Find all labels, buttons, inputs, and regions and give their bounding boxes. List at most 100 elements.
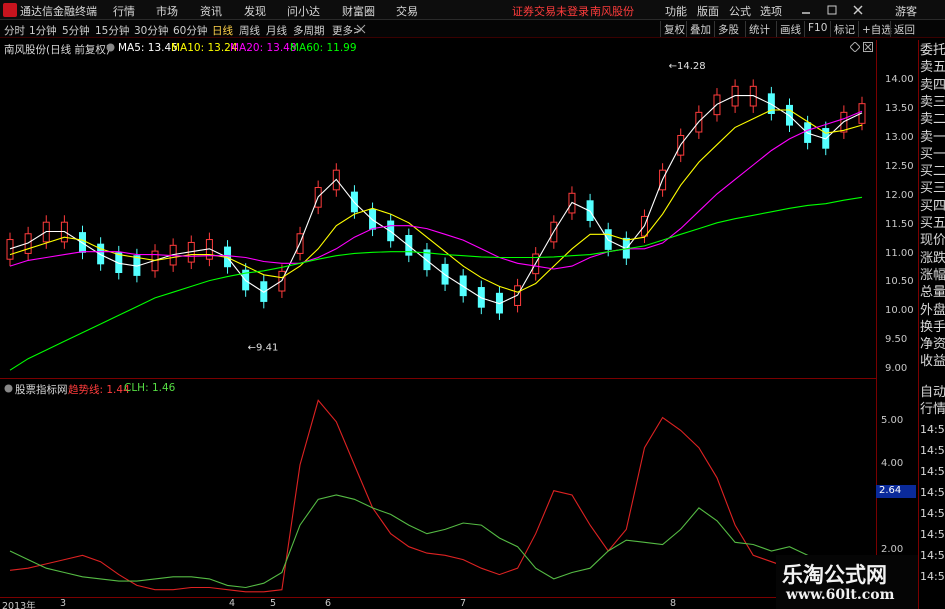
chart-close-icon[interactable] bbox=[863, 42, 873, 52]
side-panel-label[interactable]: 外盘 bbox=[920, 302, 945, 319]
period-toolbar: 分时 1分钟 5分钟 15分钟 30分钟 60分钟 日线 周线 月线 多周期 更… bbox=[0, 20, 945, 38]
candle bbox=[6, 232, 14, 267]
diamond-icon[interactable] bbox=[850, 42, 860, 52]
main-chart-header: 南风股份(日线 前复权) MA5: 13.45 MA10: 13.24 MA20… bbox=[0, 39, 876, 57]
side-panel-label[interactable]: 买四 bbox=[920, 198, 945, 215]
period-5min[interactable]: 5分钟 bbox=[62, 23, 90, 38]
login-notice[interactable]: 证券交易未登录 bbox=[512, 3, 589, 19]
restore-icon[interactable] bbox=[826, 4, 838, 16]
watermark-title: 乐淘公式网 bbox=[782, 562, 887, 587]
side-panel-label[interactable]: 净资 bbox=[920, 336, 945, 353]
tool-tongji[interactable]: 统计 bbox=[745, 21, 773, 37]
side-panel-label[interactable]: 总量 bbox=[920, 284, 945, 301]
side-panel-label[interactable]: 卖二 bbox=[920, 111, 945, 128]
main-chart-title: 南风股份(日线 前复权) bbox=[4, 44, 111, 56]
tool-diejia[interactable]: 叠加 bbox=[686, 21, 714, 37]
chart-corner-buttons bbox=[850, 41, 876, 53]
x-tick-label: 6 bbox=[325, 598, 332, 609]
close-icon[interactable] bbox=[852, 4, 864, 16]
indicator-chart[interactable] bbox=[0, 380, 876, 597]
tick-time: 14:50 bbox=[920, 549, 945, 562]
quote-side-panel: 委托 卖五 卖四 卖三 卖二 卖一 买一 买二 买三 买四 买五 现价 涨跌 涨幅 总量 外盘 换手 净资 收益自动… bbox=[918, 40, 945, 609]
period-month[interactable]: 月线 bbox=[266, 23, 287, 38]
side-panel-label[interactable]: 卖一 bbox=[920, 129, 945, 146]
y-tick-label: 11.50 bbox=[885, 218, 914, 230]
tool-fanhui[interactable]: 返回 bbox=[890, 21, 918, 37]
tool-huaxian[interactable]: 画线 bbox=[776, 21, 804, 37]
sub-y-tick-label: 5.00 bbox=[881, 414, 904, 426]
y-tick-label: 13.00 bbox=[885, 131, 914, 143]
tick-time: 14:50 bbox=[920, 465, 945, 478]
menu-caifuquan[interactable]: 财富圈 bbox=[342, 3, 375, 19]
x-axis: 2013年 3 4 5 6 7 8 bbox=[0, 597, 876, 609]
sub-y-tick-label: 2.00 bbox=[881, 543, 904, 555]
x-tick-label: 7 bbox=[460, 598, 467, 609]
ma60-line bbox=[9, 196, 863, 371]
clh-line bbox=[9, 494, 863, 589]
menu-gongshi[interactable]: 公式 bbox=[729, 3, 751, 19]
side-panel-mode[interactable]: 自动 bbox=[920, 385, 945, 400]
tick-time: 14:50 bbox=[920, 486, 945, 499]
ma5-value: MA5: 13.45 bbox=[118, 42, 178, 54]
side-panel-label[interactable]: 买二 bbox=[920, 163, 945, 180]
minimize-icon[interactable] bbox=[800, 5, 812, 15]
tool-fuquan[interactable]: 复权 bbox=[660, 21, 688, 37]
side-panel-label[interactable]: 卖三 bbox=[920, 94, 945, 111]
tool-biaoji[interactable]: 标记 bbox=[830, 21, 858, 37]
cursor-value-box: 2.64 bbox=[876, 485, 916, 498]
tool-duogu[interactable]: 多股 bbox=[714, 21, 742, 37]
indicator-settings-icon[interactable] bbox=[4, 384, 13, 393]
side-panel-label[interactable]: 买五 bbox=[920, 215, 945, 232]
tick-time: 14:50 bbox=[920, 570, 945, 583]
tool-f10[interactable]: F10 bbox=[804, 21, 830, 37]
menu-jiaoyi[interactable]: 交易 bbox=[396, 3, 418, 19]
menu-wenxiaoda[interactable]: 问小达 bbox=[287, 3, 320, 19]
side-panel-label[interactable]: 买一 bbox=[920, 146, 945, 163]
guest-label[interactable]: 游客 bbox=[895, 3, 917, 19]
side-panel-label[interactable]: 卖五 bbox=[920, 59, 945, 76]
y-tick-label: 10.00 bbox=[885, 305, 914, 317]
menu-xuanxiang[interactable]: 选项 bbox=[760, 3, 782, 19]
period-60min[interactable]: 60分钟 bbox=[173, 23, 207, 38]
menu-hangqing[interactable]: 行情 bbox=[113, 3, 135, 19]
period-15min[interactable]: 15分钟 bbox=[95, 23, 129, 38]
side-panel-label[interactable]: 涨跌 bbox=[920, 250, 945, 267]
y-tick-label: 12.50 bbox=[885, 160, 914, 172]
tick-time: 14:50 bbox=[920, 528, 945, 541]
period-fenshi[interactable]: 分时 bbox=[4, 23, 25, 38]
price-axis: 14.00 13.50 13.00 12.50 12.00 11.50 11.00 10.50… bbox=[876, 40, 918, 597]
period-day[interactable]: 日线 bbox=[212, 23, 233, 38]
ma20-value: MA20: 13.48 bbox=[230, 42, 297, 54]
side-panel-mode[interactable]: 行情 bbox=[920, 402, 945, 417]
period-1min[interactable]: 1分钟 bbox=[29, 23, 57, 38]
side-panel-label[interactable]: 收益 bbox=[920, 353, 945, 370]
side-panel-label[interactable]: 卖四 bbox=[920, 77, 945, 94]
menu-gongneng[interactable]: 功能 bbox=[665, 3, 687, 19]
y-tick-label: 14.00 bbox=[885, 74, 914, 86]
x-tick-label: 8 bbox=[670, 598, 677, 609]
period-multi[interactable]: 多周期 bbox=[293, 23, 325, 38]
side-panel-label[interactable]: 现价 bbox=[920, 232, 945, 249]
side-panel-label[interactable]: 委托 bbox=[920, 42, 945, 59]
indicator-header: 股票指标网 趋势线: 1.44 CLH: 1.46 bbox=[0, 381, 876, 397]
tick-time: 14:50 bbox=[920, 444, 945, 457]
side-panel-label[interactable]: 换手 bbox=[920, 319, 945, 336]
formula-settings-icon[interactable] bbox=[106, 43, 115, 52]
side-panel-label[interactable]: 买三 bbox=[920, 180, 945, 197]
indicator-name: 股票指标网 bbox=[15, 384, 68, 396]
menu-faxian[interactable]: 发现 bbox=[244, 3, 266, 19]
ma20-line bbox=[9, 110, 863, 270]
menu-shichang[interactable]: 市场 bbox=[156, 3, 178, 19]
menu-zixun[interactable]: 资讯 bbox=[200, 3, 222, 19]
side-panel-label[interactable]: 涨幅 bbox=[920, 267, 945, 284]
title-stock-name: 南风股份 bbox=[590, 5, 634, 18]
main-kline-chart[interactable]: ←14.28 ←9.41 bbox=[0, 40, 876, 378]
period-week[interactable]: 周线 bbox=[239, 23, 260, 38]
period-30min[interactable]: 30分钟 bbox=[134, 23, 168, 38]
y-tick-label: 13.50 bbox=[885, 103, 914, 115]
site-watermark: 乐淘公式网 www.60lt.com bbox=[776, 555, 918, 609]
menu-banmian[interactable]: 版面 bbox=[697, 3, 719, 19]
title-bar: 通达信金融终端 行情 市场 资讯 发现 问小达 财富圈 交易 证券交易未登录 南… bbox=[0, 0, 945, 20]
period-close-icon[interactable] bbox=[356, 24, 366, 34]
chart-divider bbox=[0, 378, 876, 379]
